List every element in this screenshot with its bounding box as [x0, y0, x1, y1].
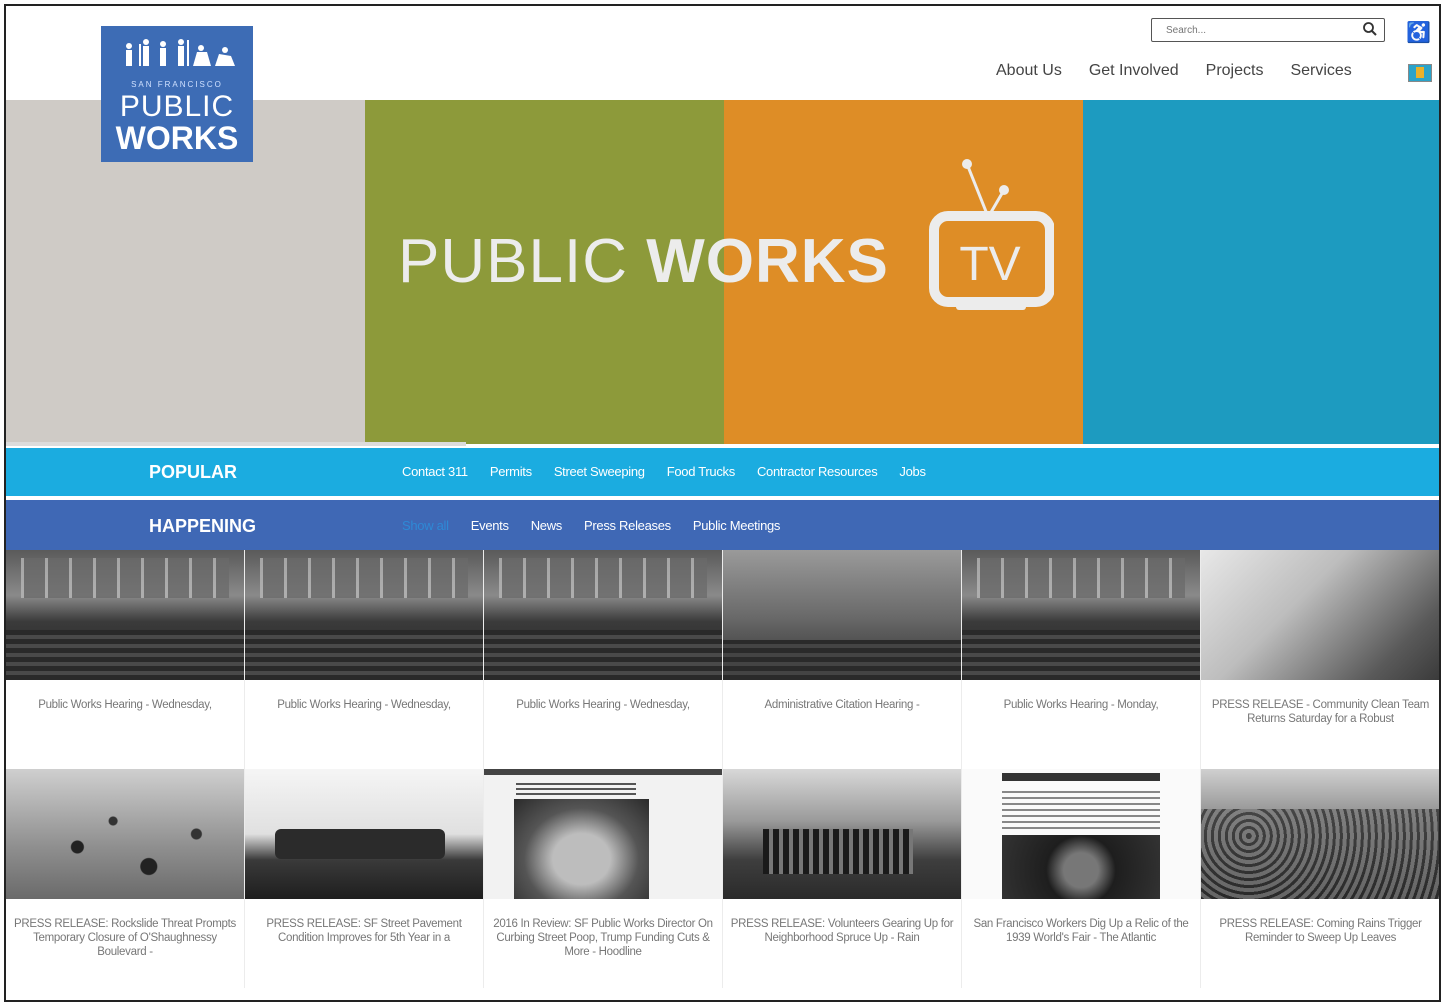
card-caption[interactable]: Public Works Hearing - Wednesday, — [245, 680, 483, 718]
card-caption[interactable]: PRESS RELEASE - Community Clean Team Ret… — [1201, 680, 1439, 732]
popular-link-street-sweeping[interactable]: Street Sweeping — [554, 464, 645, 479]
happening-tab-press-releases[interactable]: Press Releases — [584, 518, 671, 533]
public-works-logo[interactable]: SAN FRANCISCO PUBLIC WORKS — [101, 26, 253, 162]
wheelchair-icon[interactable]: ♿ — [1406, 20, 1431, 45]
page-frame: SAN FRANCISCO PUBLIC WORKS ♿ About Us Ge… — [4, 4, 1441, 1002]
happening-bar: HAPPENING Show all Events News Press Rel… — [6, 500, 1439, 550]
card-caption[interactable]: Administrative Citation Hearing - — [723, 680, 961, 718]
news-card[interactable]: PRESS RELEASE - Community Clean Team Ret… — [1201, 550, 1439, 769]
banner-title: PUBLIC WORKS — [398, 226, 889, 297]
clean-team-thumbnail[interactable] — [1201, 550, 1439, 680]
paving-thumbnail[interactable] — [245, 769, 483, 899]
article-header-bar — [484, 769, 722, 775]
happening-tab-news[interactable]: News — [531, 518, 563, 533]
banner-title-light: PUBLIC — [398, 227, 647, 296]
news-card[interactable]: Public Works Hearing - Wednesday, — [6, 550, 245, 769]
popular-link-jobs[interactable]: Jobs — [899, 464, 926, 479]
happening-grid: Public Works Hearing - Wednesday, Public… — [6, 550, 1439, 988]
popular-link-food-trucks[interactable]: Food Trucks — [667, 464, 736, 479]
search-box[interactable] — [1151, 18, 1385, 42]
news-card[interactable]: Public Works Hearing - Wednesday, — [245, 550, 484, 769]
nav-services[interactable]: Services — [1290, 62, 1351, 80]
workers-silhouette-icon — [126, 39, 235, 66]
hearing-room-thumbnail[interactable] — [245, 550, 483, 680]
atlantic-article-thumbnail[interactable] — [962, 769, 1200, 899]
news-card[interactable]: Public Works Hearing - Monday, — [962, 550, 1201, 769]
article-text-lines — [1002, 789, 1160, 829]
popular-label: POPULAR — [149, 462, 238, 482]
volunteers-thumbnail[interactable] — [723, 769, 961, 899]
card-row: PRESS RELEASE: Rockslide Threat Prompts … — [6, 769, 1439, 988]
hearing-room-thumbnail[interactable] — [6, 550, 244, 680]
card-caption[interactable]: Public Works Hearing - Monday, — [962, 680, 1200, 718]
news-card[interactable]: Administrative Citation Hearing - — [723, 550, 962, 769]
card-caption[interactable]: 2016 In Review: SF Public Works Director… — [484, 899, 722, 965]
card-caption[interactable]: Public Works Hearing - Wednesday, — [484, 680, 722, 718]
hoodline-article-thumbnail[interactable] — [484, 769, 722, 899]
popular-link-contractor-resources[interactable]: Contractor Resources — [757, 464, 878, 479]
card-caption[interactable]: PRESS RELEASE: Coming Rains Trigger Remi… — [1201, 899, 1439, 951]
card-row: Public Works Hearing - Wednesday, Public… — [6, 550, 1439, 769]
banner-progress-strip — [6, 442, 466, 446]
news-card[interactable]: Public Works Hearing - Wednesday, — [484, 550, 723, 769]
hearing-room-thumbnail[interactable] — [484, 550, 722, 680]
happening-tab-show-all[interactable]: Show all — [402, 518, 449, 533]
tv-icon: TV — [929, 159, 1054, 310]
tv-label: TV — [959, 238, 1020, 291]
card-caption[interactable]: PRESS RELEASE: Rockslide Threat Prompts … — [6, 899, 244, 965]
card-caption[interactable]: PRESS RELEASE: Volunteers Gearing Up for… — [723, 899, 961, 951]
nav-projects[interactable]: Projects — [1206, 62, 1264, 80]
popular-links: Contact 311 Permits Street Sweeping Food… — [402, 464, 926, 479]
search-input[interactable] — [1152, 19, 1358, 41]
popular-link-contact-311[interactable]: Contact 311 — [402, 464, 468, 479]
flag-icon[interactable] — [1408, 64, 1432, 82]
card-caption[interactable]: Public Works Hearing - Wednesday, — [6, 680, 244, 718]
rockslide-thumbnail[interactable] — [6, 769, 244, 899]
happening-label: HAPPENING — [149, 516, 257, 536]
citation-hearing-thumbnail[interactable] — [723, 550, 961, 680]
popular-link-permits[interactable]: Permits — [490, 464, 532, 479]
nav-get-involved[interactable]: Get Involved — [1089, 62, 1179, 80]
happening-tab-events[interactable]: Events — [471, 518, 509, 533]
news-card[interactable]: PRESS RELEASE: Volunteers Gearing Up for… — [723, 769, 962, 988]
article-photo — [1002, 835, 1160, 899]
happening-tab-public-meetings[interactable]: Public Meetings — [693, 518, 781, 533]
nav-about-us[interactable]: About Us — [996, 62, 1062, 80]
card-caption[interactable]: PRESS RELEASE: SF Street Pavement Condit… — [245, 899, 483, 951]
director-portrait — [514, 799, 649, 899]
article-headline-lines — [516, 781, 636, 795]
logo-city-text: SAN FRANCISCO — [131, 80, 223, 89]
news-card[interactable]: PRESS RELEASE: SF Street Pavement Condit… — [245, 769, 484, 988]
article-header-bar — [1002, 773, 1160, 781]
banner-title-bold: WORKS — [646, 227, 889, 296]
hearing-room-thumbnail[interactable] — [962, 550, 1200, 680]
news-card[interactable]: 2016 In Review: SF Public Works Director… — [484, 769, 723, 988]
logo-line-2: WORKS — [115, 120, 239, 156]
leaves-thumbnail[interactable] — [1201, 769, 1439, 899]
news-card[interactable]: San Francisco Workers Dig Up a Relic of … — [962, 769, 1201, 988]
banner-block-blue — [1083, 100, 1439, 444]
card-caption[interactable]: San Francisco Workers Dig Up a Relic of … — [962, 899, 1200, 951]
news-card[interactable]: PRESS RELEASE: Rockslide Threat Prompts … — [6, 769, 245, 988]
logo-line-1: PUBLIC — [119, 90, 235, 123]
popular-bar: POPULAR Contact 311 Permits Street Sweep… — [6, 448, 1439, 496]
main-nav: About Us Get Involved Projects Services — [996, 62, 1352, 80]
magnifier-icon[interactable] — [1362, 21, 1378, 37]
news-card[interactable]: PRESS RELEASE: Coming Rains Trigger Remi… — [1201, 769, 1439, 988]
happening-links: Show all Events News Press Releases Publ… — [402, 518, 780, 533]
